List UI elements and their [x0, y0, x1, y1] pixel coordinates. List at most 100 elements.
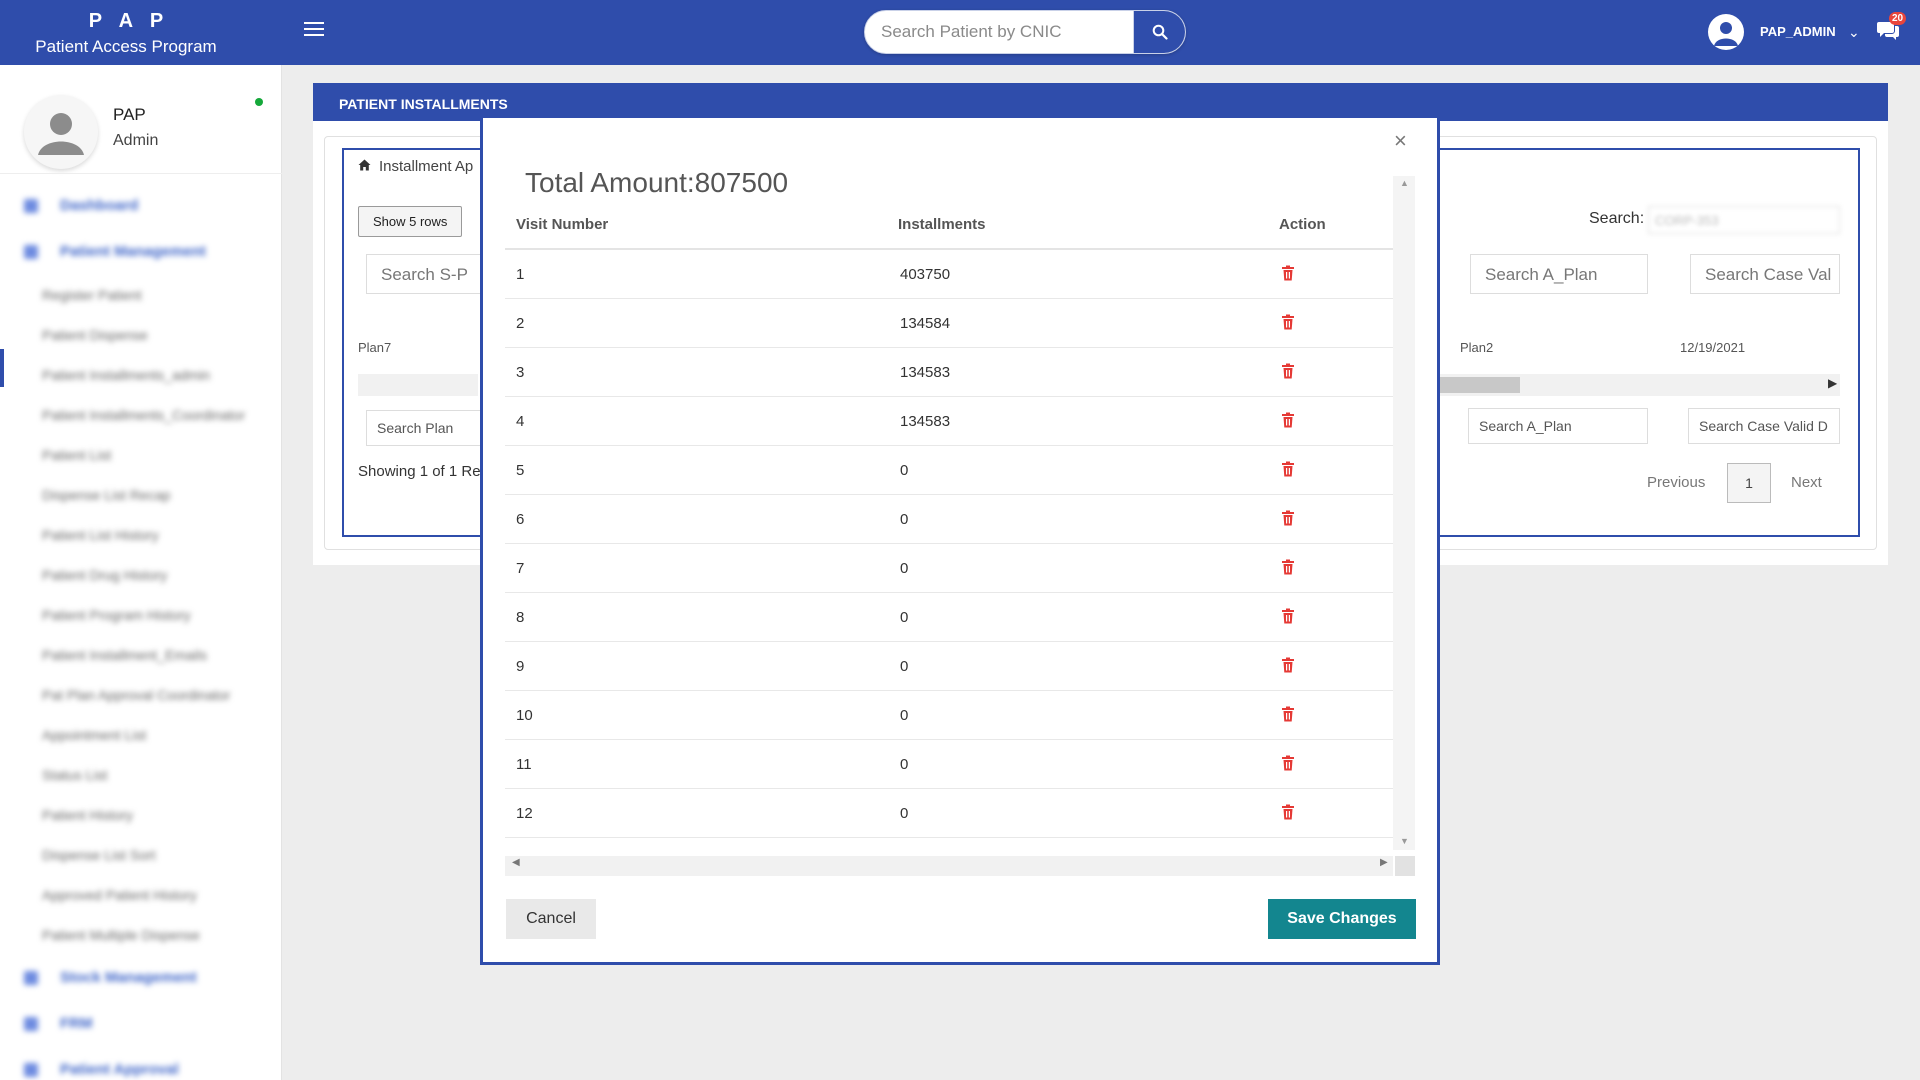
- sidebar-item[interactable]: Patient List History: [0, 515, 282, 555]
- breadcrumb[interactable]: Installment Ap: [358, 158, 473, 175]
- profile-name: PAP: [113, 105, 146, 124]
- show-rows-button[interactable]: Show 5 rows: [358, 206, 463, 237]
- installment-cell: 0: [900, 560, 909, 577]
- sidebar-item[interactable]: Status List: [0, 755, 282, 795]
- trash-icon[interactable]: [1281, 657, 1295, 673]
- sidebar-section[interactable]: Dashboard: [0, 183, 282, 229]
- column-search-input[interactable]: Search A_Plan: [1470, 254, 1648, 294]
- trash-icon[interactable]: [1281, 461, 1295, 477]
- sidebar-item[interactable]: Patient Dispense: [0, 315, 282, 355]
- table-cell: Plan2: [1460, 340, 1494, 355]
- search-label: Search:: [1589, 210, 1645, 227]
- page-number-button[interactable]: 1: [1727, 463, 1771, 503]
- sidebar-section[interactable]: FRM: [0, 1001, 282, 1047]
- scrollbar-thumb[interactable]: [1440, 377, 1520, 393]
- horizontal-scrollbar[interactable]: [358, 374, 478, 396]
- search-icon: [1152, 24, 1168, 40]
- close-icon[interactable]: ×: [1394, 130, 1407, 152]
- vertical-scrollbar[interactable]: [1393, 176, 1415, 850]
- scroll-down-icon[interactable]: ▼: [1400, 836, 1409, 846]
- scroll-left-icon[interactable]: ◀: [512, 857, 520, 868]
- table-row: 1 403750: [505, 250, 1393, 299]
- installment-cell: 0: [900, 609, 909, 626]
- trash-icon[interactable]: [1281, 706, 1295, 722]
- user-name[interactable]: PAP_ADMIN: [1760, 24, 1836, 39]
- table-row: 4 134583: [505, 397, 1393, 446]
- sidebar-item[interactable]: Patient Installment_Emails: [0, 635, 282, 675]
- top-navbar: P A P Patient Access Program PAP_ADMIN ⌄…: [0, 0, 1920, 65]
- sidebar-item[interactable]: Patient Multiple Dispense: [0, 915, 282, 955]
- column-header-installments[interactable]: Installments: [898, 216, 986, 233]
- active-menu-indicator: [0, 349, 4, 387]
- next-page-button[interactable]: Next: [1791, 474, 1822, 491]
- home-icon: [358, 159, 371, 171]
- scroll-right-icon[interactable]: ▶: [1380, 857, 1388, 868]
- trash-icon[interactable]: [1281, 314, 1295, 330]
- trash-icon[interactable]: [1281, 755, 1295, 771]
- sidebar-section[interactable]: Patient Management: [0, 229, 282, 275]
- trash-icon[interactable]: [1281, 608, 1295, 624]
- sidebar-item[interactable]: Pat Plan Approval Coordinator: [0, 675, 282, 715]
- horizontal-scrollbar[interactable]: [505, 856, 1393, 876]
- table-row: 60: [505, 495, 1393, 544]
- sidebar-item[interactable]: Patient List: [0, 435, 282, 475]
- previous-page-button[interactable]: Previous: [1647, 474, 1705, 491]
- sidebar-item[interactable]: Dispense List Recap: [0, 475, 282, 515]
- sidebar-item[interactable]: Appointment List: [0, 715, 282, 755]
- visit-number-cell: 9: [516, 658, 525, 675]
- brand-full: Patient Access Program: [35, 37, 217, 56]
- table-header: Visit Number Installments Action: [505, 200, 1393, 250]
- sidebar-item[interactable]: Patient Installments_admin: [0, 355, 282, 395]
- installment-cell: 0: [900, 511, 909, 528]
- table-row: 3 134583: [505, 348, 1393, 397]
- sidebar: PAP Admin Dashboard Patient Management Reg…: [0, 65, 282, 1080]
- installment-cell: 0: [900, 462, 909, 479]
- hamburger-icon[interactable]: [304, 22, 324, 38]
- profile-avatar: [24, 95, 98, 169]
- sidebar-section[interactable]: Patient Approval: [0, 1047, 282, 1080]
- trash-icon[interactable]: [1281, 412, 1295, 428]
- table-search-input[interactable]: CORP-353: [1648, 206, 1840, 234]
- sidebar-item[interactable]: Dispense List Sort: [0, 835, 282, 875]
- cancel-button[interactable]: Cancel: [506, 899, 596, 939]
- scroll-up-icon[interactable]: ▲: [1400, 178, 1409, 188]
- sidebar-item[interactable]: Patient History: [0, 795, 282, 835]
- scroll-right-icon[interactable]: ▶: [1828, 376, 1837, 390]
- column-header-action[interactable]: Action: [1279, 216, 1326, 233]
- search-button[interactable]: [1133, 11, 1185, 53]
- column-search-input[interactable]: Search Case Val: [1690, 254, 1840, 294]
- trash-icon[interactable]: [1281, 363, 1295, 379]
- installment-cell: 0: [900, 805, 909, 822]
- visit-number-cell: 3: [516, 364, 525, 381]
- cnic-search-input[interactable]: [865, 11, 1133, 53]
- column-header-visit-number[interactable]: Visit Number: [516, 216, 608, 233]
- table-row: 12 0: [505, 789, 1393, 838]
- trash-icon[interactable]: [1281, 804, 1295, 820]
- sidebar-item[interactable]: Register Patient: [0, 275, 282, 315]
- user-avatar-icon[interactable]: [1708, 14, 1744, 50]
- table-row: 2 134584: [505, 299, 1393, 348]
- sidebar-item[interactable]: Patient Drug History: [0, 555, 282, 595]
- visit-number-cell: 8: [516, 609, 525, 626]
- save-changes-button[interactable]: Save Changes: [1268, 899, 1416, 939]
- trash-icon[interactable]: [1281, 510, 1295, 526]
- column-search-input[interactable]: Search Case Valid D: [1688, 408, 1840, 444]
- table-row: 10 0: [505, 691, 1393, 740]
- trash-icon[interactable]: [1281, 265, 1295, 281]
- installment-cell: 403750: [900, 266, 951, 283]
- table-row: 50: [505, 446, 1393, 495]
- sidebar-item[interactable]: Patient Installments_Coordinator: [0, 395, 282, 435]
- chevron-down-icon[interactable]: ⌄: [1848, 24, 1860, 41]
- column-search-input[interactable]: Search Plan: [366, 410, 486, 446]
- sidebar-section[interactable]: Stock Management: [0, 955, 282, 1001]
- table-row: 70: [505, 544, 1393, 593]
- sidebar-item[interactable]: Patient Program History: [0, 595, 282, 635]
- column-search-input[interactable]: Search S-P: [366, 254, 486, 294]
- sidebar-item[interactable]: Approved Patient History: [0, 875, 282, 915]
- brand[interactable]: P A P Patient Access Program: [0, 0, 252, 65]
- installments-table: Visit Number Installments Action 1 403750…: [505, 200, 1393, 858]
- installment-cell: 134584: [900, 315, 951, 332]
- column-search-input[interactable]: Search A_Plan: [1468, 408, 1648, 444]
- trash-icon[interactable]: [1281, 559, 1295, 575]
- cnic-search: [864, 10, 1186, 54]
